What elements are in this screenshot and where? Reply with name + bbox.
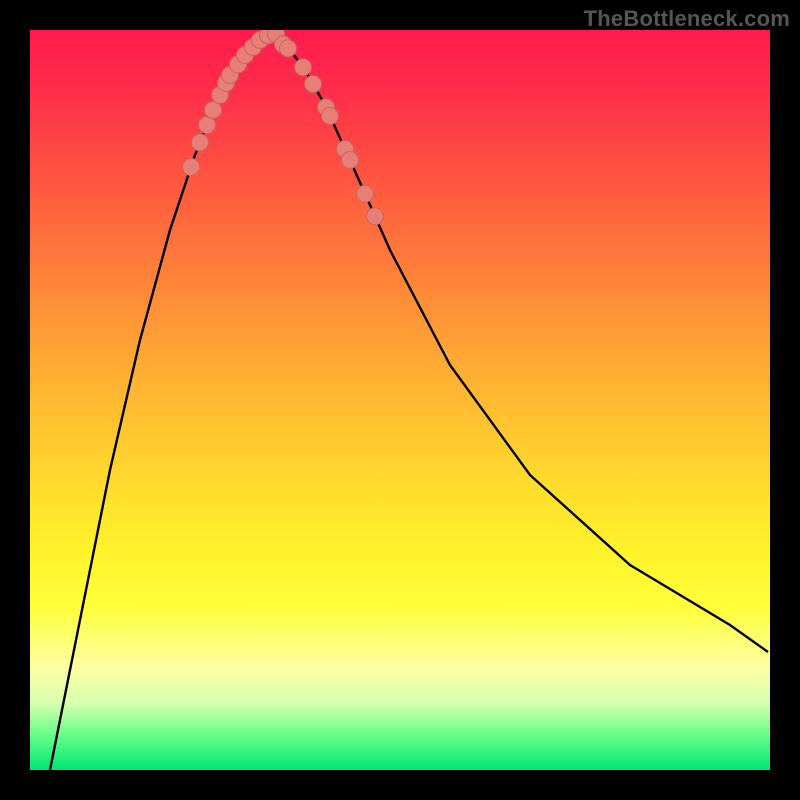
curves-svg bbox=[30, 30, 770, 770]
data-marker bbox=[280, 40, 297, 57]
left-curve bbox=[50, 34, 270, 770]
data-marker bbox=[295, 59, 312, 76]
marker-group bbox=[183, 30, 384, 225]
data-marker bbox=[342, 152, 359, 169]
data-marker bbox=[199, 117, 216, 134]
data-marker bbox=[192, 134, 209, 151]
watermark-text: TheBottleneck.com bbox=[584, 6, 790, 32]
right-curve bbox=[270, 34, 768, 652]
data-marker bbox=[357, 185, 374, 202]
data-marker bbox=[305, 76, 322, 93]
data-marker bbox=[322, 108, 339, 125]
chart-frame: TheBottleneck.com bbox=[0, 0, 800, 800]
data-marker bbox=[183, 159, 200, 176]
data-marker bbox=[367, 208, 384, 225]
data-marker bbox=[205, 102, 222, 119]
plot-area bbox=[30, 30, 770, 770]
